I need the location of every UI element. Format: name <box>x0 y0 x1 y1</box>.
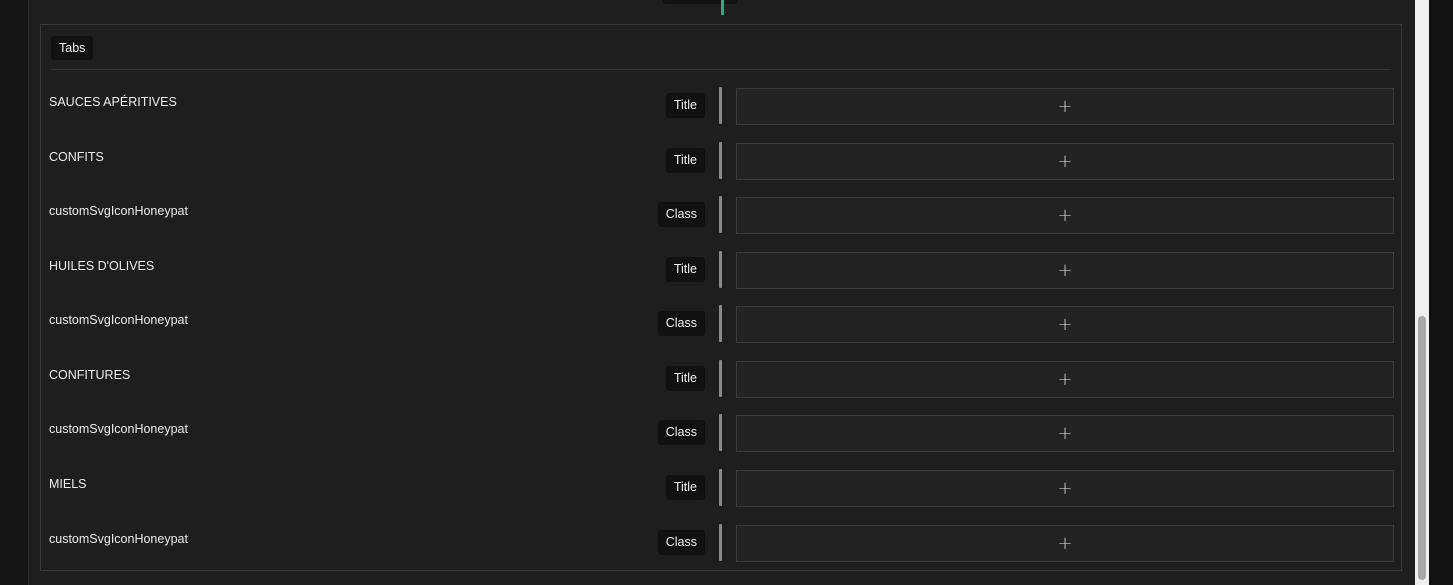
row-label: MIELS <box>49 477 87 491</box>
add-child-button[interactable]: + <box>736 252 1394 289</box>
list-item: CONFITS Title + <box>41 142 1401 198</box>
row-separator <box>719 414 722 451</box>
row-label: HUILES D'OLIVES <box>49 259 155 273</box>
row-separator <box>719 142 722 179</box>
plus-icon: + <box>1057 313 1073 335</box>
group-divider <box>51 69 1391 70</box>
plus-icon: + <box>1057 204 1073 226</box>
plus-icon: + <box>1057 259 1073 281</box>
plus-icon: + <box>1057 150 1073 172</box>
row-separator <box>719 360 722 397</box>
tabs-group: Tabs SAUCES APÉRITIVES Title + CONFITS T… <box>40 24 1402 571</box>
scrollbar-thumb[interactable] <box>1418 316 1426 580</box>
row-separator <box>719 251 722 288</box>
row-type-tag: Class <box>657 202 705 227</box>
row-label: CONFITURES <box>49 368 131 382</box>
row-separator <box>719 87 722 124</box>
row-separator <box>719 469 722 506</box>
group-title: Tabs <box>51 36 94 60</box>
row-separator <box>719 305 722 342</box>
row-label: CONFITS <box>49 150 104 164</box>
row-label: customSvgIconHoneypat <box>49 422 188 436</box>
add-child-button[interactable]: + <box>736 470 1394 507</box>
plus-icon: + <box>1057 368 1073 390</box>
active-indicator <box>721 0 724 15</box>
list-item: customSvgIconHoneypat Class + <box>41 524 1401 580</box>
page: Tabs SAUCES APÉRITIVES Title + CONFITS T… <box>0 0 1453 585</box>
previous-item-tag <box>663 0 737 4</box>
row-type-tag: Title <box>665 366 705 391</box>
row-type-tag: Title <box>665 475 705 500</box>
add-child-button[interactable]: + <box>736 415 1394 452</box>
plus-icon: + <box>1057 477 1073 499</box>
add-child-button[interactable]: + <box>736 361 1394 398</box>
list-item: SAUCES APÉRITIVES Title + <box>41 87 1401 143</box>
plus-icon: + <box>1057 95 1073 117</box>
add-child-button[interactable]: + <box>736 88 1394 125</box>
list-item: customSvgIconHoneypat Class + <box>41 305 1401 361</box>
list-item: customSvgIconHoneypat Class + <box>41 196 1401 252</box>
row-label: customSvgIconHoneypat <box>49 313 188 327</box>
right-gutter <box>1429 0 1453 585</box>
list-item: customSvgIconHoneypat Class + <box>41 414 1401 470</box>
row-separator <box>719 524 722 561</box>
list-item: MIELS Title + <box>41 469 1401 525</box>
row-label: SAUCES APÉRITIVES <box>49 95 177 109</box>
list-item: HUILES D'OLIVES Title + <box>41 251 1401 307</box>
left-gutter <box>0 0 28 585</box>
list-item: CONFITURES Title + <box>41 360 1401 416</box>
row-type-tag: Class <box>657 530 705 555</box>
add-child-button[interactable]: + <box>736 143 1394 180</box>
row-type-tag: Class <box>657 311 705 336</box>
row-type-tag: Title <box>665 148 705 173</box>
add-child-button[interactable]: + <box>736 197 1394 234</box>
row-type-tag: Title <box>665 257 705 282</box>
row-type-tag: Title <box>665 93 705 118</box>
row-label: customSvgIconHoneypat <box>49 204 188 218</box>
row-label: customSvgIconHoneypat <box>49 532 188 546</box>
plus-icon: + <box>1057 532 1073 554</box>
row-separator <box>719 196 722 233</box>
add-child-button[interactable]: + <box>736 525 1394 562</box>
add-child-button[interactable]: + <box>736 306 1394 343</box>
row-type-tag: Class <box>657 420 705 445</box>
plus-icon: + <box>1057 422 1073 444</box>
